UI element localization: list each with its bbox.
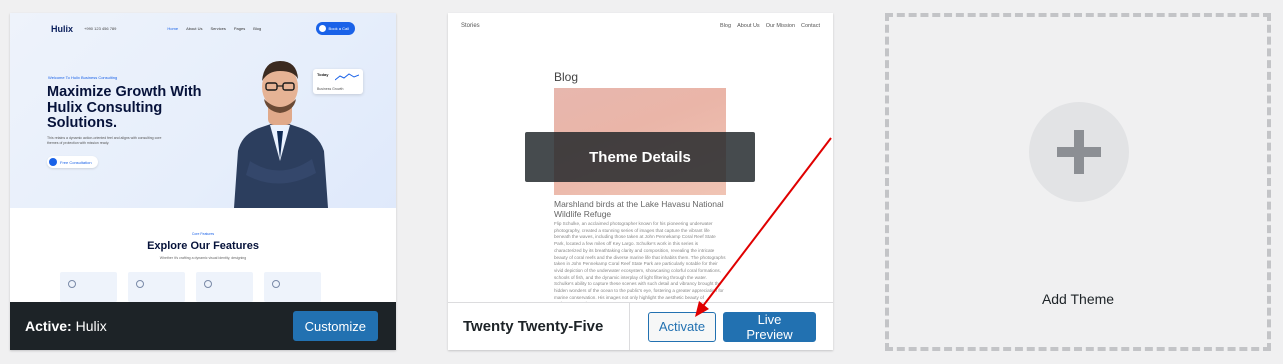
tt5-nav-item: Blog [720,23,732,29]
hulix-preview-title: Maximize Growth With Hulix Consulting So… [47,84,202,131]
active-theme-label: Active: Hulix [25,318,107,334]
trend-line-icon [335,73,359,81]
theme-card-hulix[interactable]: Hulix +990 123 456 789 Home About Us Ser… [10,13,396,350]
theme-footer-hulix: Active: Hulix Customize [10,302,396,350]
hulix-features-title: Explore Our Features [147,240,259,252]
hulix-menu-item: Home [167,26,179,31]
hulix-preview-phone: +990 123 456 789 [84,26,117,31]
add-theme-label: Add Theme [1041,291,1115,307]
feature-icon [136,280,144,288]
hulix-preview-description: This retains a dynamic action-oriented f… [47,136,162,145]
tt5-post-title: Marshland birds at the Lake Havasu Natio… [554,199,724,219]
hulix-feature-tiles [60,272,321,302]
tt5-preview-heading: Blog [554,70,579,84]
activate-button[interactable]: Activate [648,311,716,342]
feature-icon [272,280,280,288]
plus-icon [1029,102,1129,202]
customize-button[interactable]: Customize [292,311,378,341]
theme-details-button[interactable]: Theme Details [525,132,755,182]
tt5-nav-item: Our Mission [765,23,796,29]
hulix-cta-label: Book a Call [328,26,349,31]
hulix-menu-item: About Us [186,26,203,31]
hulix-preview-button-label: Free Consultation [60,159,92,165]
theme-actions: Activate Live Preview [629,303,816,350]
feature-tile [128,272,185,302]
tt5-preview-nav: Blog About Us Our Mission Contact [720,23,820,29]
active-prefix: Active: [25,318,72,334]
hulix-menu-item: Pages [233,26,246,31]
hulix-preview-button: Free Consultation [47,156,98,168]
hulix-menu-item: Services [210,26,226,31]
feature-icon [204,280,212,288]
feature-tile [196,272,253,302]
feature-tile [264,272,321,302]
hulix-preview-logo: Hulix [51,23,74,34]
badge-subtitle: Business Growth [317,87,344,91]
hulix-menu-item: Blog [253,26,262,31]
feature-icon [68,280,76,288]
theme-footer-twentytwentyfive: Twenty Twenty-Five Activate Live Preview [448,302,833,350]
hulix-preview-menu: Home About Us Services Pages Blog [167,26,261,31]
tt5-site-title: Stories [461,23,480,29]
hulix-hero: Hulix +990 123 456 789 Home About Us Ser… [10,13,396,208]
theme-name-twentytwentyfive: Twenty Twenty-Five [463,318,604,335]
phone-icon [318,25,326,32]
hulix-growth-badge: Today Business Growth [313,69,363,94]
theme-screenshot-hulix[interactable]: Hulix +990 123 456 789 Home About Us Ser… [10,13,396,302]
tt5-nav-item: About Us [737,23,760,29]
businessman-image [234,61,328,208]
theme-screenshot-twentytwentyfive[interactable]: Stories Blog About Us Our Mission Contac… [448,13,833,302]
theme-name-hulix: Hulix [75,318,107,334]
add-theme-card[interactable]: Add Theme [885,13,1271,351]
plus-glyph [1057,130,1101,174]
hulix-preview-nav: Hulix +990 123 456 789 Home About Us Ser… [51,21,355,36]
theme-card-twentytwentyfive[interactable]: Stories Blog About Us Our Mission Contac… [448,13,833,350]
arrow-icon [49,158,57,166]
hulix-preview-eyebrow: Welcome To Hulix Business Consulting [48,75,118,80]
tt5-post-body: Flip Schulke, an acclaimed photographer … [554,221,726,302]
tt5-nav-item: Contact [801,23,820,29]
hulix-features-description: Whether it's crafting a dynamic visual i… [159,256,247,260]
live-preview-button[interactable]: Live Preview [723,311,816,342]
hulix-features-eyebrow: Core Features [191,232,215,236]
feature-tile [60,272,117,302]
hulix-preview-cta: Book a Call [315,22,355,35]
